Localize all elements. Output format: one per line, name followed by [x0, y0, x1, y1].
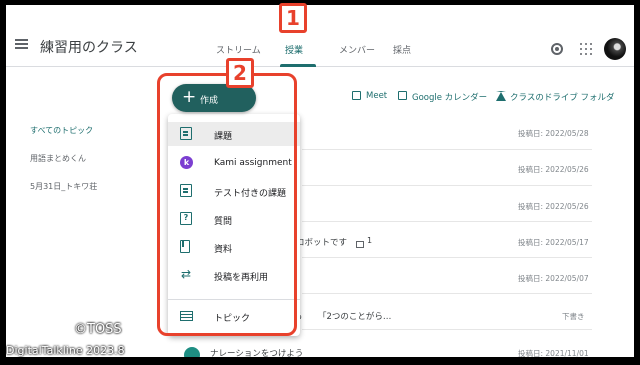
- post-title[interactable]: ロボットです: [296, 236, 347, 248]
- post-date: 投稿日: 2022/05/17: [518, 238, 589, 247]
- topic-tokiwaso[interactable]: 5月31日_トキワ荘: [30, 181, 97, 192]
- post-date: 投稿日: 2021/11/01: [518, 349, 589, 357]
- meet-icon: [352, 91, 361, 100]
- drive-folder-link[interactable]: クラスのドライブ フォルダ: [510, 91, 615, 103]
- comment-icon: [356, 241, 364, 248]
- tab-grades[interactable]: 採点: [393, 43, 411, 56]
- apps-grid-icon[interactable]: [580, 43, 592, 55]
- drive-icon: [496, 91, 506, 101]
- post-title[interactable]: 「2つのことがら…: [318, 310, 391, 322]
- tab-stream[interactable]: ストリーム: [216, 43, 261, 56]
- post-date: 投稿日: 2022/05/07: [518, 274, 589, 283]
- row-divider: [302, 149, 592, 150]
- active-tab-indicator: [280, 64, 316, 67]
- create-menu-highlight: [157, 73, 297, 336]
- tab-classwork[interactable]: 授業: [285, 43, 303, 56]
- post-date: 投稿日: 2022/05/26: [518, 202, 589, 211]
- gear-icon[interactable]: [551, 43, 563, 55]
- callout-number-2: 2: [226, 58, 254, 88]
- assignment-icon: [184, 347, 200, 357]
- callout-number-1: 1: [279, 3, 307, 33]
- calendar-link[interactable]: Google カレンダー: [412, 91, 487, 103]
- avatar[interactable]: [604, 38, 626, 60]
- comment-count: 1: [367, 236, 373, 245]
- menu-icon[interactable]: [15, 39, 28, 49]
- row-divider: [302, 185, 592, 186]
- calendar-icon: [398, 91, 407, 100]
- watermark-text: DigitalTalkline 2023.8: [6, 344, 125, 357]
- class-title[interactable]: 練習用のクラス: [40, 37, 138, 57]
- top-app-bar: 練習用のクラス ストリーム 授業 メンバー 採点: [6, 5, 634, 67]
- tab-people[interactable]: メンバー: [339, 43, 375, 56]
- copyright-text: ©TOSS: [74, 322, 122, 337]
- topic-all[interactable]: すべてのトピック: [30, 125, 93, 136]
- meet-link[interactable]: Meet: [366, 91, 387, 101]
- row-divider: [302, 221, 592, 222]
- post-title[interactable]: ナレーションをつけよう: [210, 347, 303, 357]
- classroom-window: 練習用のクラス ストリーム 授業 メンバー 採点 Meet Google カレン…: [6, 5, 634, 357]
- row-divider: [302, 257, 592, 258]
- post-date: 投稿日: 2022/05/28: [518, 129, 589, 138]
- topic-glossary[interactable]: 用語まとめくん: [30, 153, 86, 164]
- post-date: 投稿日: 2022/05/26: [518, 165, 589, 174]
- draft-label: 下書き: [562, 312, 585, 321]
- row-divider: [302, 329, 592, 330]
- row-divider: [302, 293, 592, 294]
